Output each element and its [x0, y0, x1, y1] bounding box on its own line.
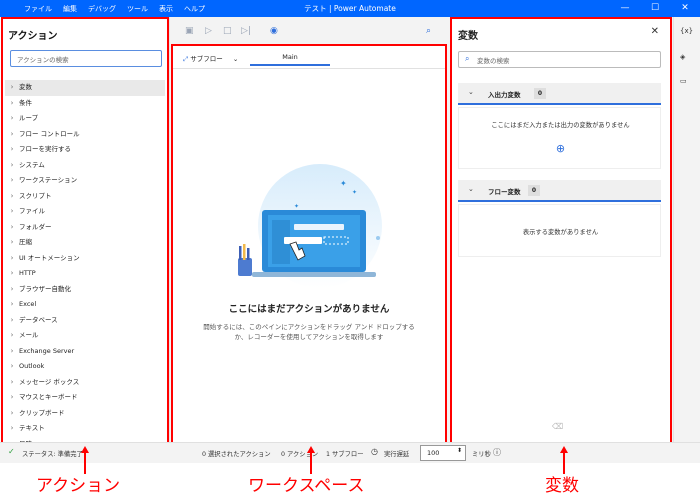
step-icon[interactable]: ▷|: [241, 26, 251, 36]
run-icon[interactable]: ▷: [205, 26, 212, 36]
variables-panel-icon[interactable]: {x}: [680, 27, 693, 35]
variables-highlight: [450, 17, 672, 444]
delay-unit: ミリ秒: [472, 451, 491, 458]
variables-annotation: 変数: [545, 476, 579, 496]
variables-arrow-head: [560, 446, 568, 453]
actions-arrow-head: [81, 446, 89, 453]
menu-debug[interactable]: デバッグ: [88, 4, 116, 14]
check-circle-icon: ✓: [8, 447, 15, 456]
window-controls: — ☐ ✕: [610, 0, 700, 17]
minimize-button[interactable]: —: [610, 0, 640, 17]
image-icon[interactable]: ▭: [680, 77, 687, 85]
delay-value: 100: [427, 449, 440, 457]
workspace-annotation: ワークスペース: [248, 476, 365, 496]
menu-help[interactable]: ヘルプ: [184, 4, 205, 14]
search-icon[interactable]: ⌕: [426, 26, 431, 36]
actions-highlight: [1, 17, 169, 444]
stop-icon[interactable]: □: [223, 26, 232, 36]
record-icon[interactable]: ◉: [270, 26, 278, 36]
subflows-count: 1 サブフロー: [326, 451, 364, 458]
workspace-highlight: [171, 44, 447, 444]
layers-icon[interactable]: ◈: [680, 53, 685, 61]
delay-input[interactable]: 100 ⬍: [420, 445, 466, 461]
stepper-icon[interactable]: ⬍: [457, 447, 462, 454]
delay-label: 実行遅延: [384, 451, 410, 458]
flow-toolbar: ▣ ▷ □ ▷| ◉ ⌕: [173, 22, 445, 42]
status-text: ステータス: 準備完了: [22, 451, 83, 458]
workspace-arrow-head: [307, 446, 315, 453]
actions-annotation: アクション: [36, 476, 121, 496]
title-bar: ファイル 編集 デバッグ ツール 表示 ヘルプ テスト | Power Auto…: [0, 0, 700, 17]
menu-tools[interactable]: ツール: [127, 4, 148, 14]
menu-file[interactable]: ファイル: [24, 4, 52, 14]
save-icon[interactable]: ▣: [185, 26, 194, 36]
close-window-button[interactable]: ✕: [670, 0, 700, 17]
menu-bar: ファイル 編集 デバッグ ツール 表示 ヘルプ: [24, 0, 216, 17]
status-bar: ✓ ステータス: 準備完了 0 選択されたアクション 0 アクション 1 サブフ…: [0, 442, 700, 463]
selected-actions-count: 0 選択されたアクション: [202, 451, 271, 458]
info-icon[interactable]: ⓘ: [493, 447, 501, 458]
maximize-button[interactable]: ☐: [640, 0, 670, 17]
menu-view[interactable]: 表示: [159, 4, 173, 14]
menu-edit[interactable]: 編集: [63, 4, 77, 14]
right-side-bar: {x} ◈ ▭: [673, 17, 700, 442]
clock-icon: ◷: [371, 447, 378, 456]
